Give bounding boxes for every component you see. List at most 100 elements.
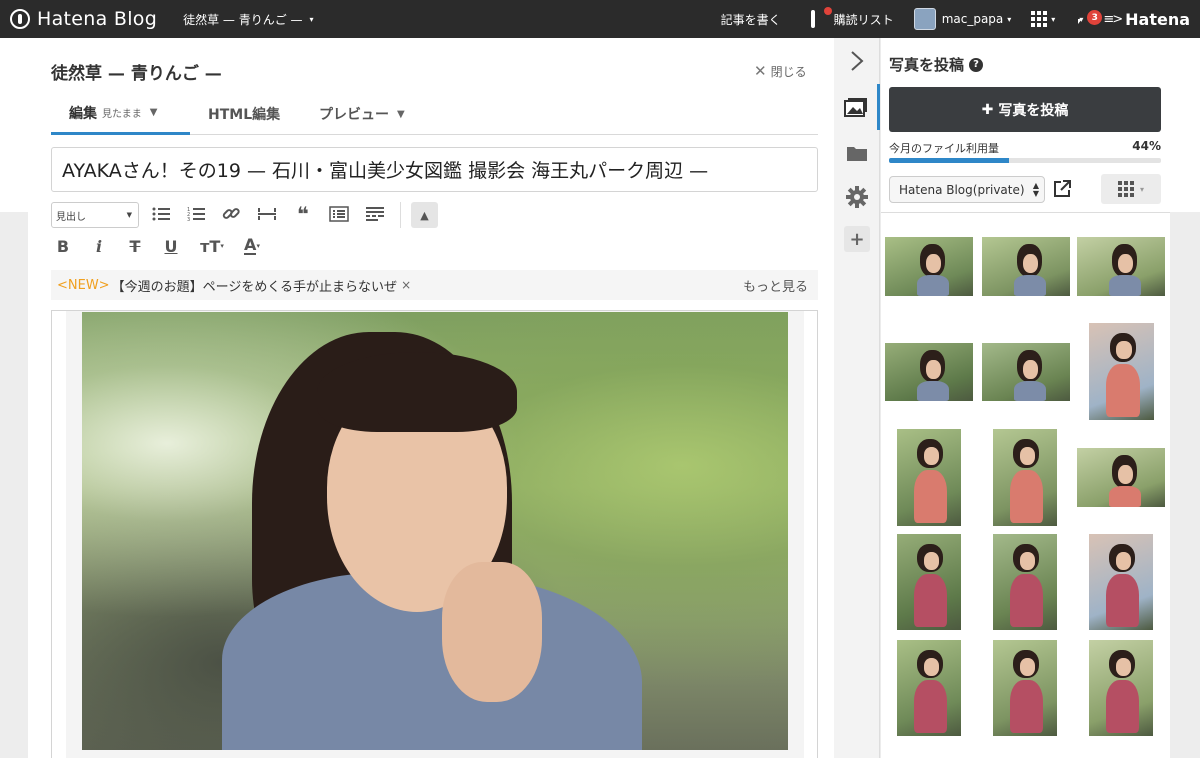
settings-tab[interactable] bbox=[834, 174, 880, 220]
background-left bbox=[0, 38, 28, 758]
help-icon[interactable]: ? bbox=[969, 57, 984, 72]
reading-list-label: 購読リスト bbox=[833, 12, 894, 27]
text-color-icon[interactable]: A ▾ bbox=[235, 234, 269, 258]
post-photo-button[interactable]: ✚ 写真を投稿 bbox=[889, 87, 1161, 132]
blog-select[interactable]: Hatena Blog(private) ▲ ▼ bbox=[889, 176, 1045, 203]
entry-body-editor[interactable] bbox=[51, 310, 818, 758]
entry-body bbox=[66, 311, 804, 758]
photo-thumbnail[interactable] bbox=[1089, 534, 1153, 630]
photo-thumbnail[interactable] bbox=[897, 429, 961, 526]
photo-thumbnail[interactable] bbox=[1089, 640, 1153, 736]
chevron-down-icon: ▾ bbox=[1139, 184, 1144, 194]
photo-panel-title-text: 写真を投稿 bbox=[889, 56, 965, 74]
weekly-topic-notice[interactable]: <NEW> 【今週のお題】ページをめくる手が止まらないぜ × もっと見る bbox=[51, 270, 818, 300]
italic-icon[interactable]: i bbox=[87, 234, 111, 258]
blog-switcher[interactable]: 徒然草 — 青りんご — ▾ bbox=[183, 11, 313, 28]
notice-text: 【今週のお題】ページをめくる手が止まらないぜ bbox=[111, 279, 398, 295]
chevron-down-icon: ▾ bbox=[309, 14, 314, 24]
photo-thumbnail[interactable] bbox=[1089, 323, 1154, 420]
svg-text:3: 3 bbox=[187, 217, 190, 222]
username: mac_papa bbox=[941, 12, 1004, 26]
hatena-logo-icon: ≡> bbox=[1103, 11, 1123, 27]
tab-preview[interactable]: プレビュー ▼ bbox=[319, 93, 405, 135]
chevron-down-icon: ▾ bbox=[1007, 14, 1012, 24]
strikethrough-icon[interactable]: T bbox=[123, 234, 147, 258]
new-tag: <NEW> bbox=[57, 277, 110, 293]
editor-panel: 徒然草 — 青りんご — ✕ 閉じる 編集 見たまま ▼ HTML編集 プレビュ… bbox=[28, 38, 834, 758]
hatena-blog-logo-icon bbox=[10, 9, 30, 29]
tab-wysiwyg-sub: 見たまま bbox=[102, 109, 142, 120]
read-more-icon[interactable] bbox=[363, 202, 387, 226]
bullet-list-icon[interactable] bbox=[149, 202, 173, 226]
user-menu[interactable]: mac_papa ▾ bbox=[904, 0, 1022, 38]
blog-switcher-label: 徒然草 — 青りんご — bbox=[183, 12, 303, 27]
blockquote-icon[interactable]: ❝ bbox=[291, 202, 315, 226]
photo-panel: 写真を投稿 ? ✚ 写真を投稿 今月のファイル利用量 44% Hatena Bl… bbox=[881, 38, 1170, 758]
tab-wysiwyg[interactable]: 編集 見たまま ▼ bbox=[51, 93, 190, 135]
link-icon[interactable] bbox=[219, 202, 243, 226]
top-bar: Hatena Blog 徒然草 — 青りんご — ▾ 記事を書く 購読リスト m… bbox=[0, 0, 1200, 38]
entry-photo[interactable] bbox=[82, 312, 788, 750]
notice-more-link[interactable]: もっと見る bbox=[743, 276, 808, 295]
chevron-down-icon: ▾ bbox=[1051, 14, 1056, 24]
brand-link[interactable]: Hatena Blog bbox=[10, 8, 157, 30]
bold-icon[interactable]: B bbox=[51, 234, 75, 258]
close-label: 閉じる bbox=[770, 64, 807, 79]
hatena-link[interactable]: ≡> Hatena bbox=[1093, 0, 1200, 38]
chevron-down-icon: ▼ bbox=[126, 211, 132, 219]
photo-tab[interactable] bbox=[834, 84, 880, 130]
usage-percent: 44% bbox=[1132, 139, 1161, 153]
collapse-toolbar-button[interactable]: ▲ bbox=[411, 202, 438, 228]
photo-panel-title: 写真を投稿 ? bbox=[889, 54, 984, 75]
services-menu[interactable]: ▾ bbox=[1021, 0, 1065, 38]
photo-thumbnail[interactable] bbox=[993, 640, 1057, 736]
editor-tabs: 編集 見たまま ▼ HTML編集 プレビュー ▼ bbox=[51, 93, 818, 135]
tab-html[interactable]: HTML編集 bbox=[208, 93, 280, 135]
close-button[interactable]: ✕ 閉じる bbox=[754, 62, 807, 80]
usage-bar bbox=[889, 158, 1161, 163]
brand-name: Hatena Blog bbox=[37, 8, 158, 30]
entry-title-input[interactable]: AYAKAさん！その19 — 石川・富山美少女図鑑 撮影会 海王丸パーク周辺 — bbox=[51, 147, 818, 192]
hatena-label: Hatena bbox=[1125, 9, 1190, 29]
write-entry-link[interactable]: 記事を書く bbox=[711, 0, 801, 38]
reading-list-link[interactable]: 購読リスト bbox=[801, 0, 904, 38]
gear-icon bbox=[846, 186, 868, 208]
add-tab-button[interactable]: + bbox=[834, 216, 880, 262]
photo-icon bbox=[843, 98, 867, 117]
chevron-down-icon: ▼ bbox=[149, 107, 158, 118]
usage-label: 今月のファイル利用量 bbox=[889, 142, 999, 155]
photo-thumbnail[interactable] bbox=[1077, 448, 1165, 507]
photo-thumbnail[interactable] bbox=[1077, 237, 1165, 296]
table-of-contents-icon[interactable] bbox=[327, 202, 351, 226]
write-entry-label: 記事を書く bbox=[720, 12, 781, 27]
photo-thumbnail[interactable] bbox=[885, 237, 973, 296]
format-select[interactable]: 見出し ▼ bbox=[51, 202, 139, 228]
select-arrows-icon: ▲ ▼ bbox=[1032, 180, 1039, 198]
photo-thumbnail[interactable] bbox=[993, 534, 1057, 630]
numbered-list-icon[interactable]: 123 bbox=[184, 202, 208, 226]
folder-tab[interactable] bbox=[834, 130, 880, 176]
underline-icon[interactable]: U bbox=[159, 234, 183, 258]
sidebar-rail: + bbox=[834, 38, 880, 758]
close-icon: ✕ bbox=[754, 62, 767, 80]
toolbar-separator bbox=[400, 202, 401, 228]
tab-wysiwyg-label: 編集 bbox=[69, 105, 97, 122]
photo-thumbnail[interactable] bbox=[885, 343, 973, 401]
plus-icon: + bbox=[844, 226, 870, 252]
view-mode-button[interactable]: ▾ bbox=[1101, 174, 1161, 204]
usage-bar-fill bbox=[889, 158, 1009, 163]
grid-icon bbox=[1031, 11, 1048, 27]
photo-thumbnail[interactable] bbox=[993, 429, 1057, 526]
photo-thumbnail[interactable] bbox=[982, 343, 1070, 401]
notice-close-icon[interactable]: × bbox=[401, 278, 411, 292]
horizontal-rule-icon[interactable] bbox=[255, 202, 279, 226]
external-link-icon[interactable] bbox=[1052, 179, 1072, 203]
collapse-sidebar-button[interactable] bbox=[834, 38, 880, 84]
photo-thumbnail[interactable] bbox=[897, 640, 961, 736]
photo-thumbnail[interactable] bbox=[897, 534, 961, 630]
notifications-button[interactable]: 3 ▾ bbox=[1065, 0, 1103, 38]
photo-thumbnail[interactable] bbox=[982, 237, 1070, 296]
chevron-up-icon: ▲ bbox=[420, 208, 429, 222]
post-photo-label: 写真を投稿 bbox=[998, 102, 1069, 119]
font-size-icon[interactable]: тT ▾ bbox=[195, 234, 229, 258]
